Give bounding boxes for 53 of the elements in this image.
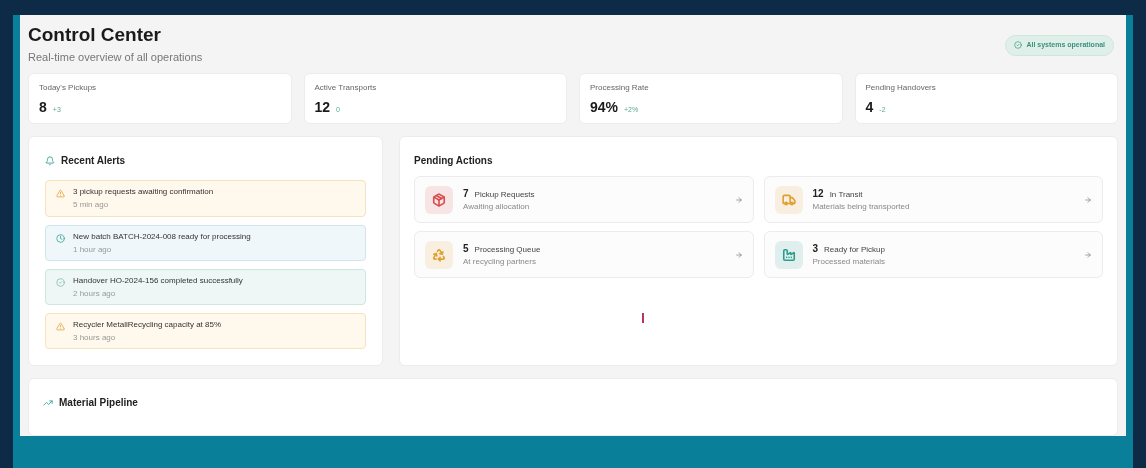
clock-icon [56,233,65,243]
action-sublabel: Awaiting allocation [463,202,531,211]
action-count: 12 [812,188,824,199]
warning-icon [56,189,65,199]
stat-label: Today's Pickups [39,84,98,93]
alert-item[interactable]: Recycler MetallRecycling capacity at 85% 3 hours ago [45,313,366,350]
stat-value: 94% [590,100,619,115]
cursor-mark [642,313,644,324]
page-subtitle: Real-time overview of all operations [28,49,203,65]
action-item[interactable]: 5 Processing Queue At recycling partners [414,231,754,279]
section-title: Material Pipeline [59,396,138,411]
action-label: Pickup Requests [474,190,535,199]
trend-up-icon [43,397,53,408]
action-item[interactable]: 7 Pickup Requests Awaiting allocation [414,176,754,224]
action-item[interactable]: 12 In Transit Materials being transported [763,176,1103,224]
arrow-right-icon [1084,195,1092,204]
alert-message: Handover HO-2024-156 completed successfully [73,275,243,286]
alert-message: New batch BATCH-2024-008 ready for processing [73,231,251,242]
action-label: Processing Queue [474,245,541,254]
alert-message: 3 pickup requests awaiting confirmation [73,187,214,198]
alert-message: Recycler MetallRecycling capacity at 85% [73,320,222,330]
alert-item[interactable]: 3 pickup requests awaiting confirmation 5 min ago [45,180,366,217]
check-circle-icon [1014,41,1023,50]
alert-time: 2 hours ago [73,289,117,298]
action-label: In Transit [829,190,863,199]
action-label: Ready for Pickup [824,245,885,254]
alert-time: 5 min ago [73,201,110,210]
action-count: 5 [463,243,469,254]
action-count: 3 [812,243,819,254]
arrow-right-icon [734,250,743,259]
section-title: Recent Alerts [61,154,126,169]
bell-icon [45,155,55,166]
alert-item[interactable]: Handover HO-2024-156 completed successfully 2 hours ago [45,268,366,305]
action-sublabel: At recycling partners [463,257,537,266]
arrow-right-icon [734,195,743,204]
stat-label: Active Transports [314,84,378,93]
stat-label: Pending Handovers [865,84,937,93]
action-sublabel: Materials being transported [812,202,911,211]
action-item[interactable]: 3 Ready for Pickup Processed materials [763,231,1103,279]
action-sublabel: Processed materials [812,257,886,266]
alert-time: 3 hours ago [73,334,117,342]
stat-label: Processing Rate [590,84,650,93]
stat-value: 4 [865,100,874,115]
action-count: 7 [463,188,469,199]
stat-value: 12 [314,100,331,115]
warning-icon [56,322,65,331]
arrow-right-icon [1084,250,1092,259]
page-title: Control Center [28,23,162,47]
alert-item[interactable]: New batch BATCH-2024-008 ready for processing 1 hour ago [45,224,366,261]
stat-value: 8 [39,100,47,115]
check-circle-icon [56,277,65,287]
section-title: Pending Actions [414,154,494,169]
alert-time: 1 hour ago [73,245,113,254]
